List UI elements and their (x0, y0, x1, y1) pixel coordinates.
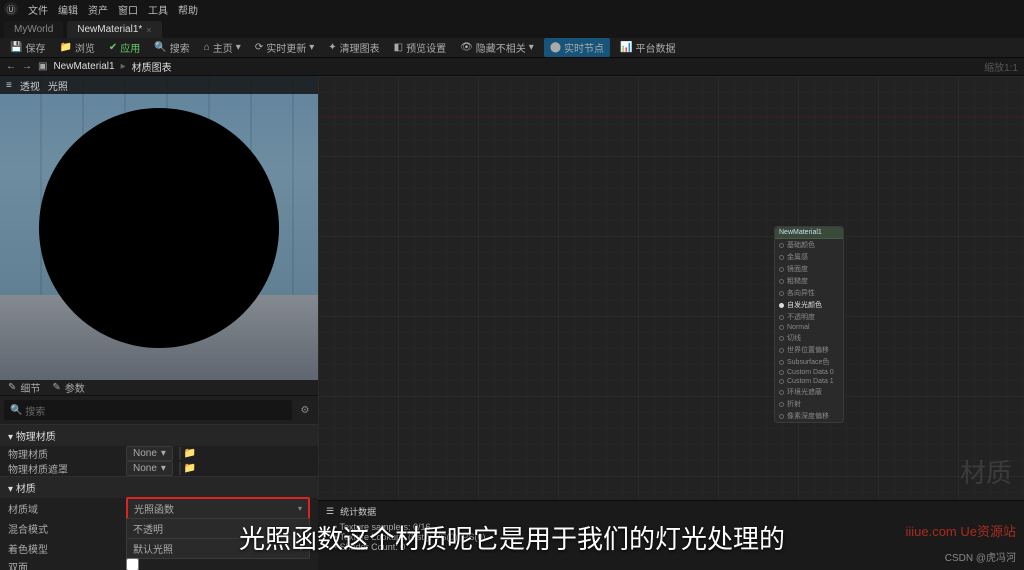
phys-mask-dropdown[interactable]: None ▾ (126, 461, 173, 476)
menu-item[interactable]: 工具 (148, 2, 168, 17)
menu-item[interactable]: 编辑 (58, 2, 78, 17)
node-pin[interactable]: 镜面度 (775, 263, 843, 275)
node-pin[interactable]: 折射 (775, 398, 843, 410)
node-pin[interactable]: Normal (775, 323, 843, 332)
pin-icon (779, 267, 784, 272)
pin-icon (779, 255, 784, 260)
gear-icon[interactable]: ⚙ (296, 401, 314, 419)
pin-icon (779, 315, 784, 320)
node-pin[interactable]: 不透明度 (775, 311, 843, 323)
save-button[interactable]: 💾 保存 (6, 38, 49, 57)
menu-item[interactable]: 窗口 (118, 2, 138, 17)
tab-world[interactable]: MyWorld (4, 21, 63, 38)
panel-tabs: ✎ 细节 ✎ 参数 (0, 380, 318, 396)
node-title: NewMaterial1 (775, 227, 843, 239)
node-pin[interactable]: 像素深度偏移 (775, 410, 843, 422)
node-pin[interactable]: 基础颜色 (775, 239, 843, 251)
node-pin[interactable]: 各向异性 (775, 287, 843, 299)
material-domain-dropdown[interactable]: 光照函数▾ (126, 497, 310, 520)
pin-icon (779, 303, 784, 308)
crumb-graph[interactable]: 材质图表 (132, 59, 172, 74)
pin-icon (779, 279, 784, 284)
prop-domain-label: 材质域 (8, 501, 126, 516)
browse-icon[interactable]: 📁 (184, 448, 196, 459)
pin-icon (779, 414, 784, 419)
tab-material[interactable]: NewMaterial1*× (67, 21, 161, 38)
home-button[interactable]: ⌂ 主页 ▾ (200, 38, 245, 57)
node-pin[interactable]: Custom Data 0 (775, 368, 843, 377)
prop-phys-mask-label: 物理材质遮罩 (8, 461, 126, 476)
viewport-menu-icon[interactable]: ≡ (6, 80, 12, 91)
ue-logo-icon: Ⓤ (4, 2, 18, 16)
category-physical[interactable]: ▾ 物理材质 (0, 424, 318, 446)
search-button[interactable]: 🔍 搜索 (150, 38, 193, 57)
pin-icon (779, 370, 784, 375)
breadcrumb: ← → ▣ NewMaterial1 ▸ 材质图表 缩放1:1 (0, 58, 1024, 76)
asset-thumb[interactable] (179, 462, 181, 475)
nav-fwd-icon[interactable]: → (22, 61, 32, 72)
twosided-checkbox[interactable] (126, 558, 139, 570)
menu-item[interactable]: 资产 (88, 2, 108, 17)
menu-item[interactable]: 文件 (28, 2, 48, 17)
document-tabs: MyWorld NewMaterial1*× (0, 18, 1024, 38)
node-pin[interactable]: 切线 (775, 332, 843, 344)
tab-params[interactable]: ✎ 参数 (52, 380, 84, 395)
viewport-lit[interactable]: 光照 (48, 78, 68, 93)
asset-thumb[interactable] (179, 447, 181, 460)
zoom-label: 缩放1:1 (984, 59, 1018, 74)
toolbar: 💾 保存 📁 浏览 ✔ 应用 🔍 搜索 ⌂ 主页 ▾ ⟳ 实时更新 ▾ ✦ 清理… (0, 38, 1024, 58)
video-subtitle: 光照函数这个材质呢它是用于我们的灯光处理的 (0, 519, 1024, 556)
pin-icon (779, 390, 784, 395)
phys-mat-dropdown[interactable]: None ▾ (126, 446, 173, 461)
node-pin[interactable]: 金属感 (775, 251, 843, 263)
search-icon: 🔍 (10, 405, 22, 416)
live-update-button[interactable]: ⟳ 实时更新 ▾ (251, 38, 318, 57)
preview-button[interactable]: ◧ 预览设置 (390, 38, 450, 57)
watermark-author: CSDN @虎冯河 (945, 549, 1016, 564)
stats-icon: ☰ (326, 506, 334, 517)
category-material[interactable]: ▾ 材质 (0, 476, 318, 498)
node-pin[interactable]: 世界位置偏移 (775, 344, 843, 356)
preview-sphere (39, 108, 279, 348)
pin-icon (779, 336, 784, 341)
pin-icon (779, 379, 784, 384)
hide-button[interactable]: 👁 隐藏不相关 ▾ (456, 38, 538, 57)
stats-title: 统计数据 (340, 505, 376, 518)
node-pin[interactable]: 环境光遮蔽 (775, 386, 843, 398)
pin-icon (779, 325, 784, 330)
node-pin[interactable]: 自发光颜色 (775, 299, 843, 311)
watermark-site: iiiue.com Ue资源站 (905, 521, 1016, 540)
pin-icon (779, 402, 784, 407)
graph-watermark: 材质 (960, 453, 1012, 490)
material-result-node[interactable]: NewMaterial1 基础颜色金属感镜面度粗糙度各向异性自发光颜色不透明度N… (774, 226, 844, 423)
menu-bar: Ⓤ 文件 编辑 资产 窗口 工具 帮助 (0, 0, 1024, 18)
live-node-button[interactable]: ⬤ 实时节点 (544, 38, 610, 57)
viewport-perspective[interactable]: 透视 (20, 78, 40, 93)
pin-icon (779, 348, 784, 353)
close-icon[interactable]: × (146, 25, 151, 35)
node-pin[interactable]: 粗糙度 (775, 275, 843, 287)
prop-phys-mat-label: 物理材质 (8, 446, 126, 461)
preview-viewport[interactable]: ≡ 透视 光照 (0, 76, 318, 380)
material-graph[interactable]: NewMaterial1 基础颜色金属感镜面度粗糙度各向异性自发光颜色不透明度N… (318, 76, 1024, 500)
node-pin[interactable]: Subsurface色 (775, 356, 843, 368)
menu-item[interactable]: 帮助 (178, 2, 198, 17)
prop-twosided-label: 双面 (8, 559, 126, 570)
stats-button[interactable]: 📊 平台数据 (616, 38, 679, 57)
pin-icon (779, 243, 784, 248)
graph-icon: ▣ (38, 61, 47, 72)
pin-icon (779, 291, 784, 296)
pin-icon (779, 360, 784, 365)
search-input[interactable]: 🔍 搜索 (4, 400, 292, 420)
crumb-root[interactable]: NewMaterial1 (53, 61, 114, 72)
browse-icon[interactable]: 📁 (184, 463, 196, 474)
browse-button[interactable]: 📁 浏览 (55, 38, 98, 57)
apply-button[interactable]: ✔ 应用 (105, 38, 144, 57)
clean-graph-button[interactable]: ✦ 清理图表 (324, 38, 383, 57)
node-pin[interactable]: Custom Data 1 (775, 377, 843, 386)
tab-details[interactable]: ✎ 细节 (8, 380, 40, 395)
nav-back-icon[interactable]: ← (6, 61, 16, 72)
